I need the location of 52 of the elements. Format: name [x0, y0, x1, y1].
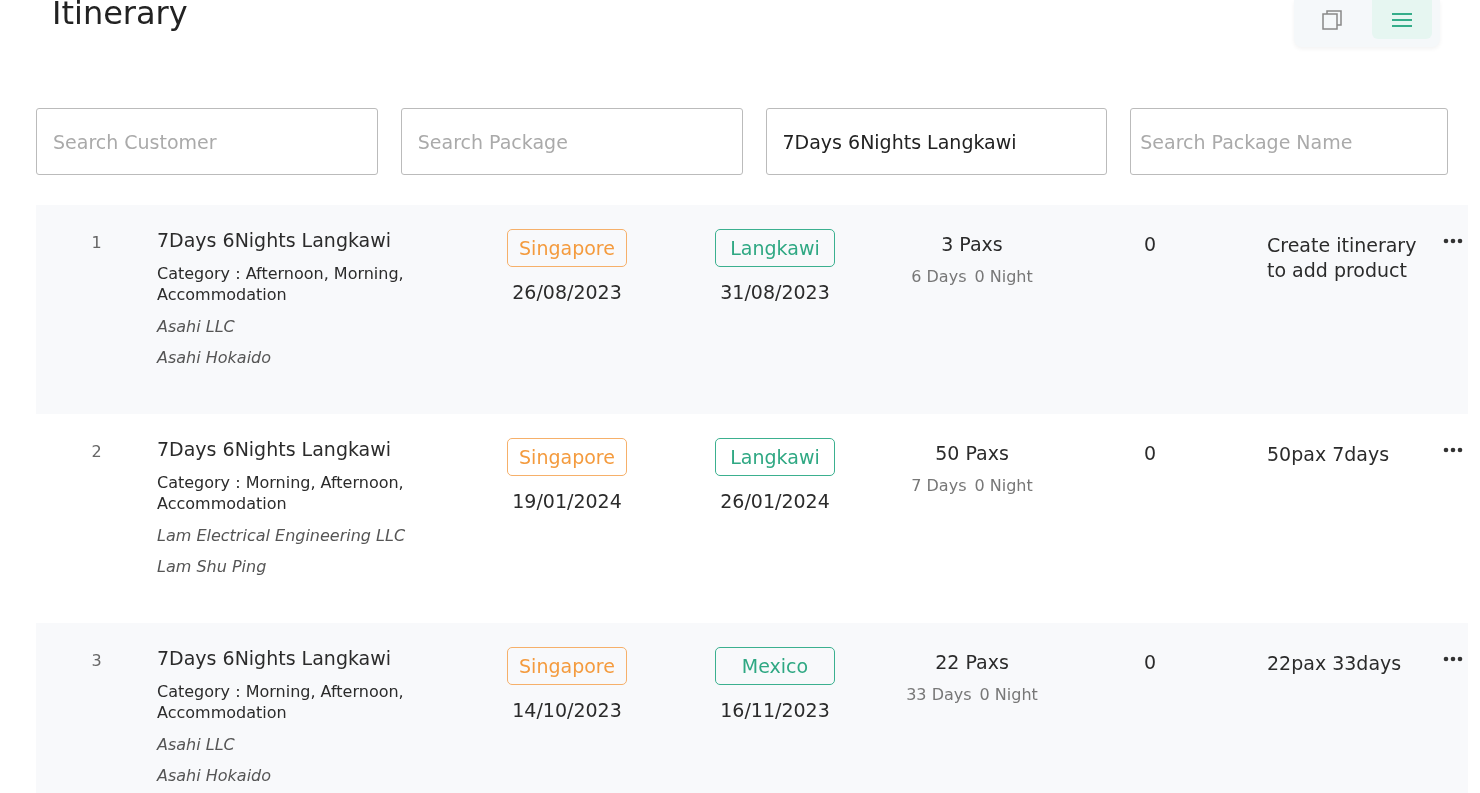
origin-tag: Singapore [507, 229, 627, 267]
company-name: Asahi LLC [157, 317, 236, 336]
end-date: 16/11/2023 [719, 699, 831, 721]
row-number: 2 [90, 441, 103, 463]
more-icon [1443, 447, 1463, 453]
contact-name: Asahi Hokaido [157, 348, 273, 367]
nights-count: 0 Night [974, 476, 1033, 495]
days-count: 33 Days [906, 685, 972, 704]
package-name: 7Days 6Nights Langkawi [157, 229, 393, 251]
count-value: 0 [1143, 650, 1158, 675]
pax-count: 50 Paxs [935, 441, 1009, 464]
package-name: 7Days 6Nights Langkawi [157, 438, 393, 460]
more-icon [1443, 656, 1463, 662]
note-text: Create itinerary to add product [1267, 233, 1418, 283]
start-date: 19/01/2024 [511, 490, 623, 512]
page-title: Itinerary [52, 0, 188, 32]
nights-count: 0 Night [974, 267, 1033, 286]
category-text: Category : Morning, Afternoon, Accommodation [157, 472, 405, 514]
more-icon [1443, 238, 1463, 244]
origin-tag: Singapore [507, 438, 627, 476]
category-text: Category : Morning, Afternoon, Accommodation [157, 681, 405, 723]
note-text: 50pax 7days [1267, 442, 1391, 467]
start-date: 14/10/2023 [511, 699, 623, 721]
destination-tag: Mexico [715, 647, 835, 685]
nights-count: 0 Night [979, 685, 1038, 704]
count-value: 0 [1143, 441, 1158, 466]
destination-tag: Langkawi [715, 229, 835, 267]
category-text: Category : Afternoon, Morning, Accommodation [157, 263, 405, 305]
copy-icon [1320, 7, 1344, 32]
origin-tag: Singapore [507, 647, 627, 685]
row-number: 3 [90, 650, 103, 672]
search-field[interactable]: 7Days 6Nights Langkawi [765, 108, 1108, 175]
package-name: 7Days 6Nights Langkawi [157, 647, 393, 669]
end-date: 31/08/2023 [719, 281, 831, 303]
days-count: 7 Days [911, 476, 967, 495]
count-value: 0 [1143, 232, 1158, 257]
pax-count: 22 Paxs [935, 650, 1009, 673]
note-text: 22pax 33days [1267, 651, 1403, 676]
contact-name: Lam Shu Ping [157, 557, 268, 576]
search-field[interactable]: Search Customer [36, 108, 378, 175]
start-date: 26/08/2023 [511, 281, 623, 303]
destination-tag: Langkawi [715, 438, 835, 476]
search-field[interactable]: Search Package [400, 108, 743, 175]
search-field[interactable]: Search Package Name [1130, 108, 1448, 175]
pax-count: 3 Paxs [941, 232, 1003, 255]
end-date: 26/01/2024 [719, 490, 831, 512]
days-count: 6 Days [911, 267, 967, 286]
contact-name: Asahi Hokaido [157, 766, 273, 785]
row-number: 1 [90, 232, 103, 254]
company-name: Asahi LLC [157, 735, 236, 754]
menu-icon [1391, 11, 1413, 28]
company-name: Lam Electrical Engineering LLC [157, 526, 407, 545]
